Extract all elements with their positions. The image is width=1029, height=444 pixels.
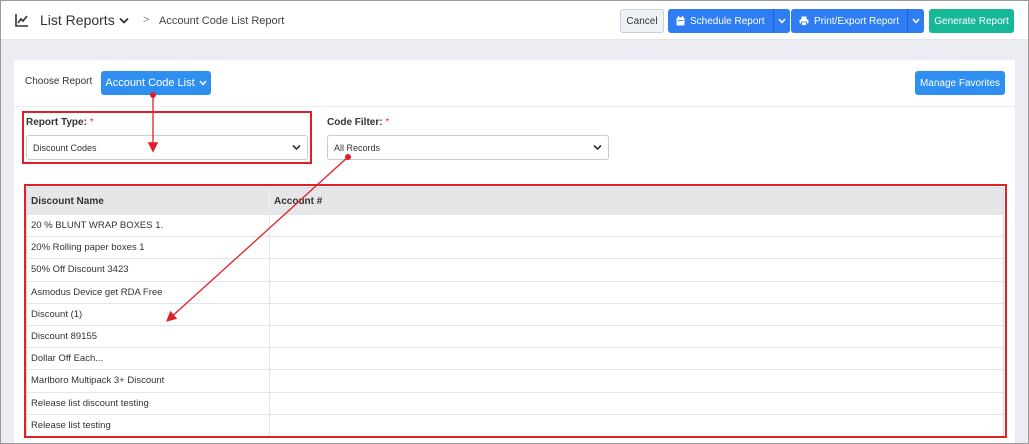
divider (14, 106, 1015, 107)
required-marker: * (385, 117, 390, 128)
chevron-down-icon (777, 18, 786, 24)
manage-favorites-button[interactable]: Manage Favorites (915, 71, 1005, 95)
table-row[interactable]: Release list testing (27, 413, 1003, 436)
choose-report-dropdown[interactable]: Account Code List (101, 71, 211, 95)
column-header-account[interactable]: Account # (270, 188, 1003, 214)
report-type-label: Report Type: * (26, 117, 94, 128)
account-cell (270, 415, 1003, 436)
chevron-down-icon (292, 144, 301, 151)
calendar-icon (676, 16, 685, 26)
table-row[interactable]: Release list discount testing (27, 391, 1003, 414)
discount-name-cell: Asmodus Device get RDA Free (27, 281, 270, 303)
chevron-down-icon (912, 18, 920, 24)
top-bar: List Reports > Account Code List Report … (1, 1, 1028, 40)
discount-name-cell: 50% Off Discount 3423 (27, 259, 270, 281)
choose-report-value: Account Code List (105, 77, 195, 89)
schedule-report-button[interactable]: Schedule Report (668, 9, 790, 33)
account-cell (270, 304, 1003, 325)
code-filter-label-text: Code Filter: (327, 117, 383, 128)
code-filter-label: Code Filter: * (327, 117, 389, 128)
table-row[interactable]: 20 % BLUNT WRAP BOXES 1. (27, 214, 1003, 237)
choose-report-label: Choose Report (25, 76, 93, 87)
print-dropdown-toggle[interactable] (907, 9, 925, 33)
account-cell (270, 370, 1003, 391)
account-cell (270, 348, 1003, 369)
print-export-label: Print/Export Report (814, 15, 900, 27)
column-header-discount-name[interactable]: Discount Name (27, 188, 270, 214)
generate-report-button[interactable]: Generate Report (929, 9, 1014, 33)
report-type-label-text: Report Type: (26, 117, 87, 128)
account-cell (270, 237, 1003, 258)
discount-name-cell: Marlboro Multipack 3+ Discount (27, 370, 270, 392)
discount-name-cell: Release list discount testing (27, 392, 270, 414)
discount-name-cell: Discount 89155 (27, 325, 270, 348)
printer-icon (799, 16, 809, 26)
account-cell (270, 259, 1003, 280)
report-type-value: Discount Codes (33, 142, 97, 153)
account-cell (270, 393, 1003, 414)
line-chart-icon (15, 14, 28, 27)
account-cell (270, 215, 1003, 236)
table-row[interactable]: 20% Rolling paper boxes 1 (27, 236, 1003, 259)
print-export-button[interactable]: Print/Export Report (791, 9, 925, 33)
discount-name-cell: Dollar Off Each... (27, 348, 270, 370)
schedule-report-label: Schedule Report (690, 15, 765, 27)
table-row[interactable]: Discount 89155 (27, 324, 1003, 348)
code-filter-value: All Records (334, 142, 381, 153)
chevron-down-icon (199, 80, 207, 86)
account-cell (270, 326, 1003, 347)
report-panel: Choose Report Account Code List Manage F… (14, 60, 1015, 444)
cancel-button[interactable]: Cancel (620, 9, 664, 33)
table-row[interactable]: Discount (1) (27, 302, 1003, 325)
breadcrumb-separator: > (143, 14, 150, 26)
discount-name-cell: 20% Rolling paper boxes 1 (27, 237, 270, 259)
page-title[interactable]: List Reports (40, 12, 115, 28)
discount-name-cell: Release list testing (27, 414, 270, 436)
required-marker: * (89, 117, 94, 128)
code-filter-select[interactable]: All Records (327, 135, 609, 160)
discount-name-cell: Discount (1) (27, 303, 270, 325)
discount-name-cell: 20 % BLUNT WRAP BOXES 1. (27, 215, 270, 237)
chevron-down-icon[interactable] (119, 17, 129, 25)
table-row[interactable]: Marlboro Multipack 3+ Discount (27, 369, 1003, 392)
report-type-select[interactable]: Discount Codes (26, 135, 308, 160)
table-row[interactable]: Asmodus Device get RDA Free (27, 280, 1003, 303)
table-header: Discount Name Account # (27, 188, 1003, 214)
discount-table: Discount Name Account # 20 % BLUNT WRAP … (26, 187, 1004, 438)
breadcrumb: Account Code List Report (159, 15, 285, 27)
table-row[interactable]: Dollar Off Each... (27, 347, 1003, 370)
schedule-dropdown-toggle[interactable] (772, 9, 790, 33)
chevron-down-icon (593, 144, 602, 151)
table-row[interactable]: 50% Off Discount 3423 (27, 258, 1003, 281)
account-cell (270, 282, 1003, 303)
